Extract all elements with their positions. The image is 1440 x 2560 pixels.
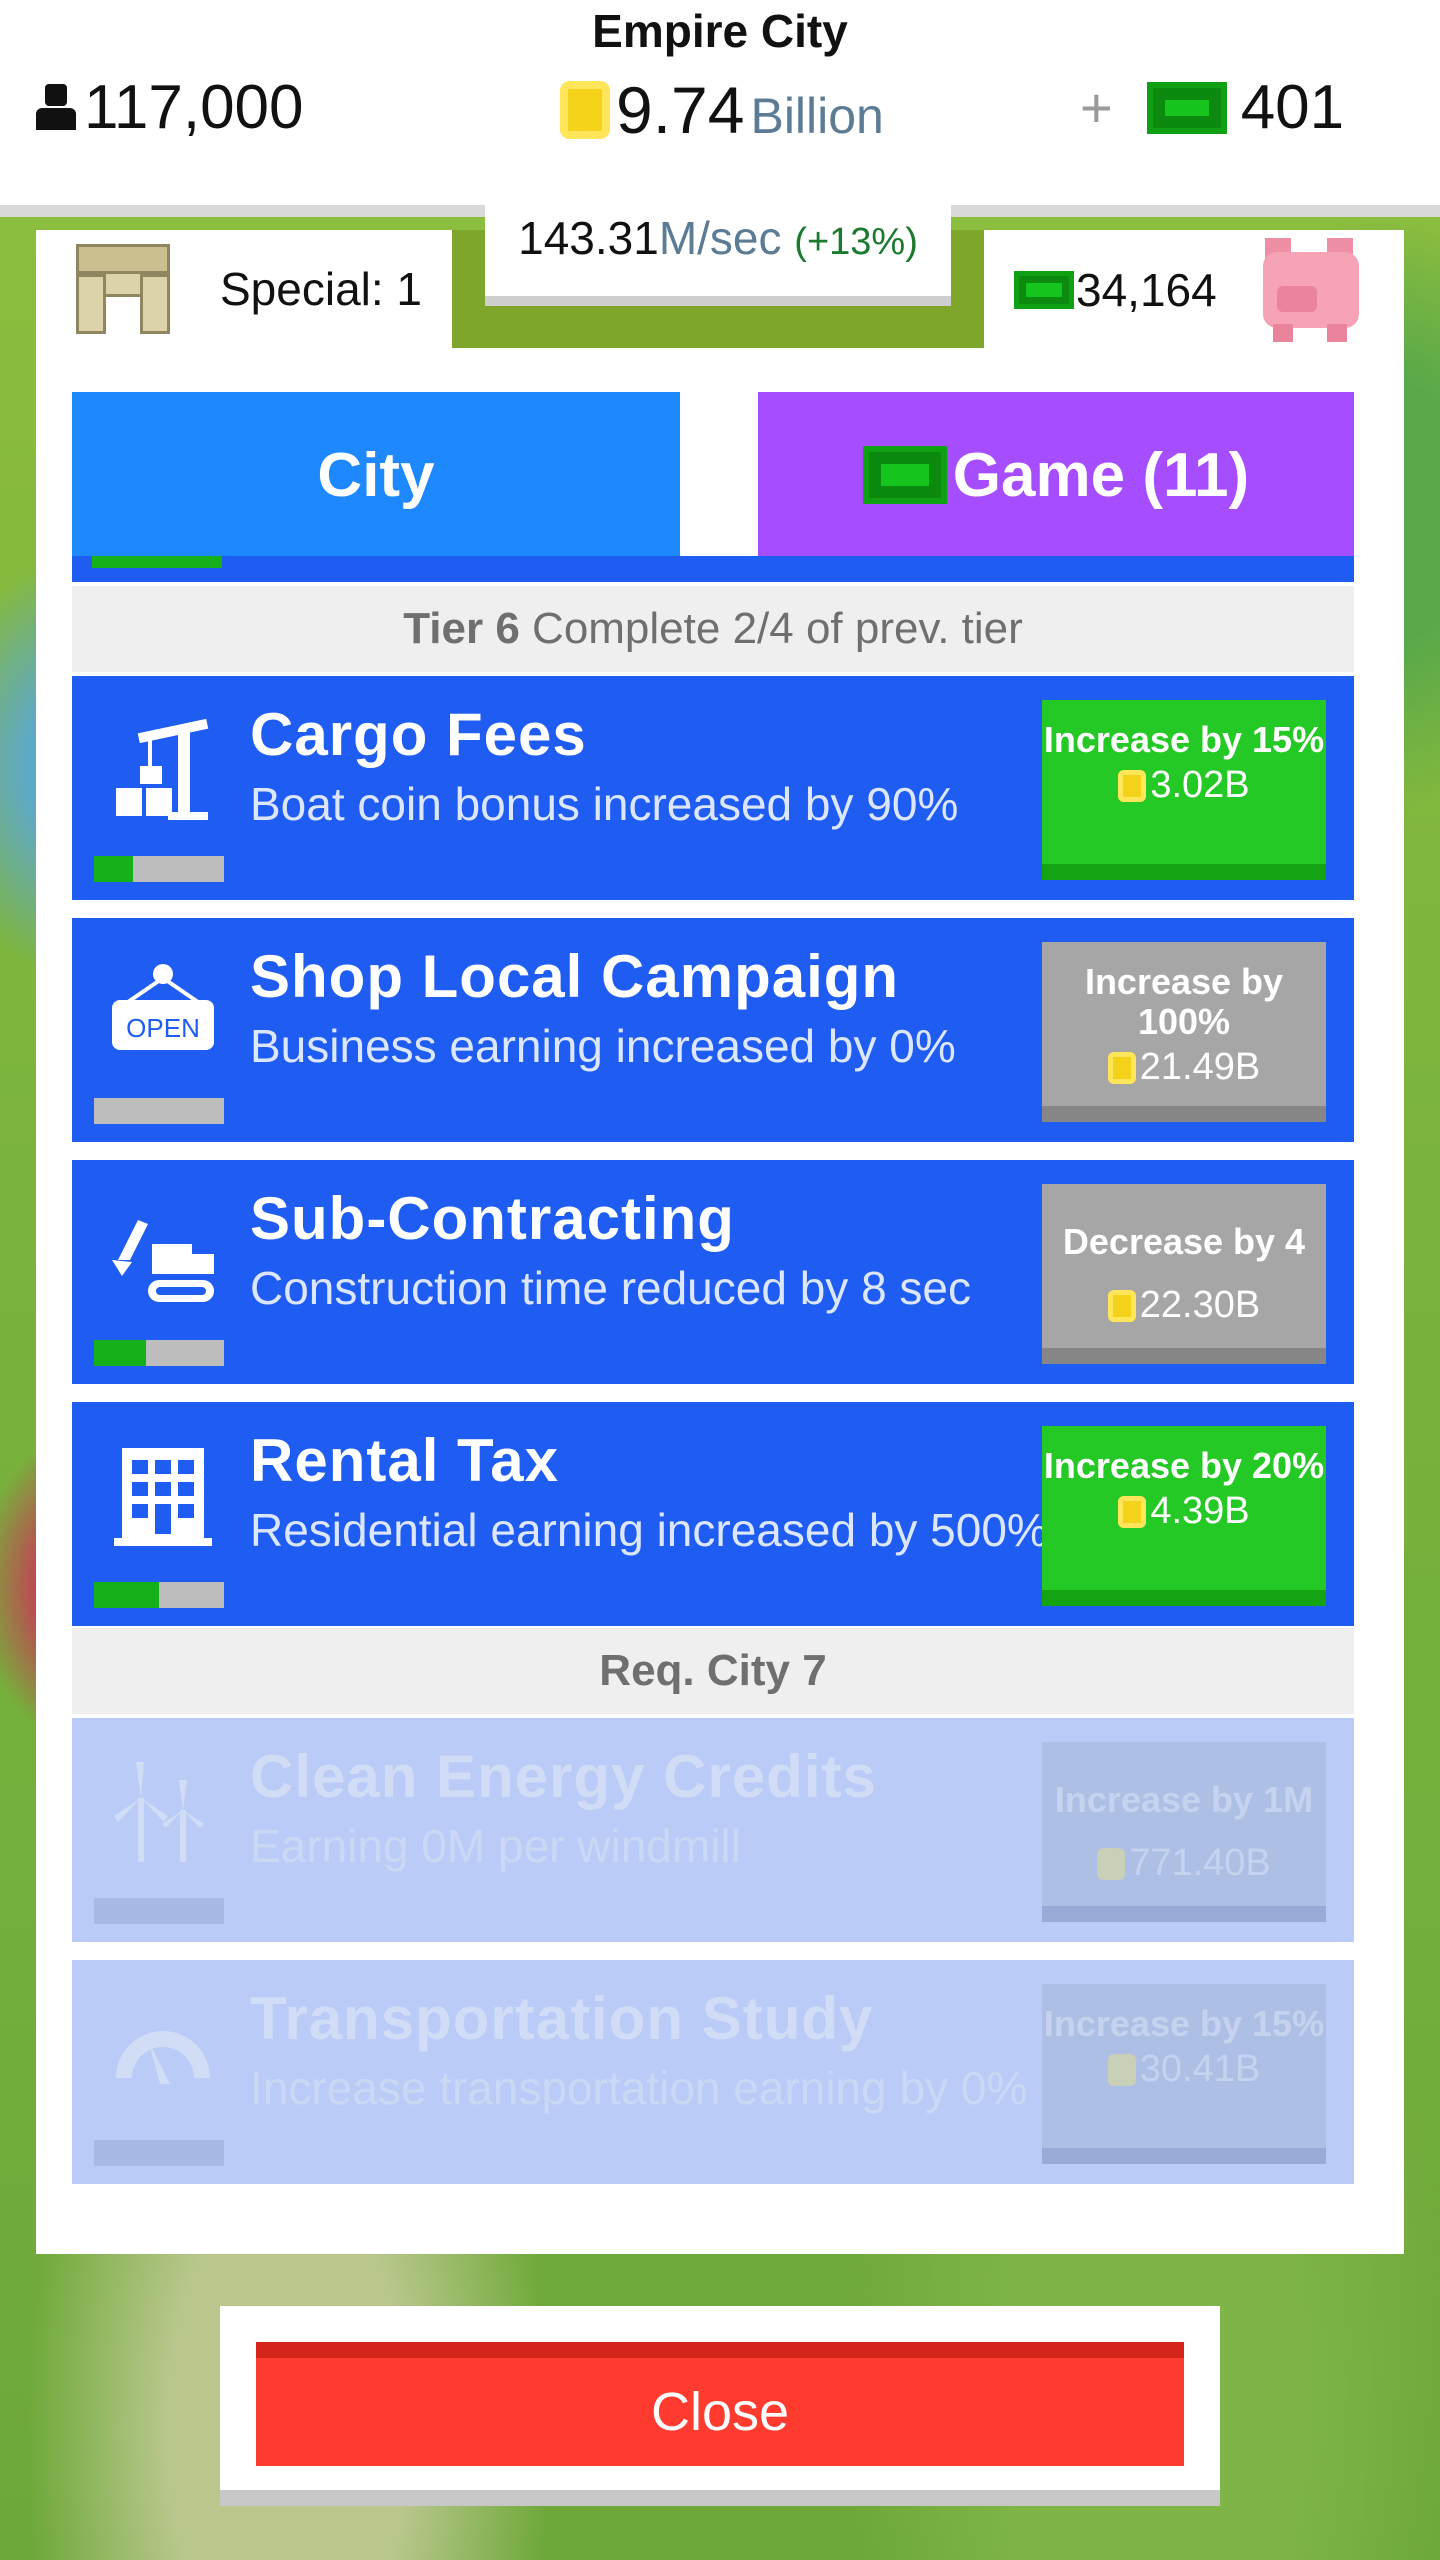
tier-header: Tier 6 Complete 2/4 of prev. tier [72, 586, 1354, 672]
upgrade-title: Cargo Fees [250, 701, 587, 768]
add-cash-button[interactable]: + [1080, 75, 1113, 140]
coin-icon [560, 81, 610, 139]
top-status-bar: Empire City 117,000 9.74 Billion + 401 [0, 0, 1440, 217]
upgrade-description: Boat coin bonus increased by 90% [250, 778, 959, 830]
upgrade-card-sub-contracting: Sub-Contracting Construction time reduce… [72, 1160, 1354, 1384]
upgrade-title: Transportation Study [250, 1985, 874, 2052]
coin-icon [1118, 1495, 1147, 1528]
piggy-bank-icon[interactable] [1257, 238, 1365, 342]
income-rate: 143.31M/sec (+13%) [485, 200, 951, 306]
coins-unit: Billion [750, 88, 884, 144]
upgrade-cost: 21.49B [1139, 1046, 1261, 1088]
cash-counter[interactable]: + 401 [1080, 72, 1344, 143]
upgrade-buy-button-disabled: Increase by 1M 771.40B [1042, 1742, 1326, 1922]
coins-counter: 9.74 Billion [560, 72, 884, 148]
upgrade-buy-button[interactable]: Increase by 20% 4.39B [1042, 1426, 1326, 1606]
coins-value: 9.74 [616, 73, 745, 147]
upgrade-description: Construction time reduced by 8 sec [250, 1262, 972, 1314]
locked-upgrade-transportation-study: Transportation Study Increase transporta… [72, 1960, 1354, 2184]
coin-icon [1107, 2053, 1136, 2086]
tier-number: Tier 6 [403, 604, 520, 653]
upgrade-buy-button-disabled: Increase by 15% 30.41B [1042, 1984, 1326, 2164]
person-icon [36, 83, 76, 132]
upgrade-description: Earning 0M per windmill [250, 1820, 741, 1872]
city-requirement-header: Req. City 7 [72, 1628, 1354, 1714]
svg-text:OPEN: OPEN [126, 1013, 200, 1043]
cash-bill-icon [1146, 81, 1227, 134]
upgrade-title: Sub-Contracting [250, 1185, 735, 1252]
upgrade-button-label: Increase by 1M [1054, 1779, 1314, 1820]
upgrade-button-label: Increase by 15% [1043, 719, 1325, 760]
bank-value: 34,164 [1076, 264, 1217, 316]
upgrade-cost: 771.40B [1129, 1842, 1271, 1884]
tab-game[interactable]: Game (11) [758, 392, 1354, 558]
cash-value: 401 [1240, 73, 1345, 142]
upgrade-progress-bar [94, 856, 224, 882]
tab-city[interactable]: City [72, 392, 680, 558]
upgrade-buy-button[interactable]: Decrease by 4 22.30B [1042, 1184, 1326, 1364]
close-button[interactable]: Close [256, 2342, 1184, 2466]
tab-game-label: Game (11) [952, 440, 1250, 510]
close-button-container: Close [220, 2306, 1220, 2506]
cash-bill-icon [1014, 271, 1074, 309]
special-counter: Special: 1 [36, 230, 452, 348]
population-value: 117,000 [84, 73, 304, 142]
upgrade-card-shop-local: OPEN Shop Local Campaign Business earnin… [72, 918, 1354, 1142]
upgrade-title: Shop Local Campaign [250, 943, 900, 1010]
upgrade-button-label: Increase by 20% [1043, 1445, 1325, 1486]
tab-city-label: City [317, 440, 435, 510]
population-counter: 117,000 [36, 72, 304, 143]
tier-requirement: Complete 2/4 of prev. tier [519, 604, 1023, 653]
speedometer-icon [116, 2031, 210, 2084]
upgrade-progress-bar [94, 2140, 224, 2166]
building-icon [114, 1448, 212, 1546]
piggy-bank[interactable]: 34,164 [984, 230, 1404, 350]
tab-progress-indicator [92, 556, 222, 568]
upgrade-cost: 22.30B [1139, 1284, 1261, 1326]
upgrade-progress-bar [94, 1340, 224, 1366]
upgrade-description: Increase transportation earning by 0% [250, 2062, 1028, 2114]
upgrade-card-cargo-fees: Cargo Fees Boat coin bonus increased by … [72, 676, 1354, 900]
crane-icon [116, 718, 209, 820]
upgrade-title: Rental Tax [250, 1427, 559, 1494]
upgrade-description: Residential earning increased by 500% [250, 1504, 1048, 1556]
upgrade-cost: 4.39B [1150, 1490, 1250, 1532]
excavator-icon [112, 1220, 214, 1302]
rate-percent: (+13%) [794, 221, 918, 263]
upgrade-buy-button[interactable]: Increase by 15% 3.02B [1042, 700, 1326, 880]
upgrade-progress-bar [94, 1898, 224, 1924]
upgrade-button-label: Increase by 15% [1043, 2003, 1325, 2044]
rate-unit: M/sec [658, 212, 782, 264]
rate-value: 143.31 [518, 212, 659, 264]
upgrade-progress-bar [94, 1582, 224, 1608]
upgrade-cost: 30.41B [1139, 2048, 1261, 2090]
upgrade-title: Clean Energy Credits [250, 1743, 877, 1810]
upgrade-card-rental-tax: Rental Tax Residential earning increased… [72, 1402, 1354, 1626]
special-label: Special: 1 [220, 263, 423, 315]
upgrade-buy-button[interactable]: Increase by 100% 21.49B [1042, 942, 1326, 1122]
city-name: Empire City [592, 5, 848, 57]
locked-upgrade-clean-energy: Clean Energy Credits Earning 0M per wind… [72, 1718, 1354, 1942]
coin-icon [1107, 1289, 1136, 1322]
upgrade-description: Business earning increased by 0% [250, 1020, 956, 1072]
windmill-icon [114, 1762, 204, 1862]
tab-indicator-bar [72, 556, 1354, 582]
upgrade-cost: 3.02B [1150, 764, 1250, 806]
upgrade-button-label: Decrease by 4 [1062, 1221, 1306, 1262]
coin-icon [1107, 1051, 1136, 1084]
coin-icon [1097, 1847, 1126, 1880]
arch-landmark-icon [76, 244, 170, 334]
coin-icon [1118, 769, 1147, 802]
upgrade-button-label: Increase by 100% [1084, 961, 1284, 1042]
upgrade-progress-bar [94, 1098, 224, 1124]
open-sign-icon: OPEN [112, 964, 214, 1050]
cash-bill-icon [862, 446, 947, 504]
